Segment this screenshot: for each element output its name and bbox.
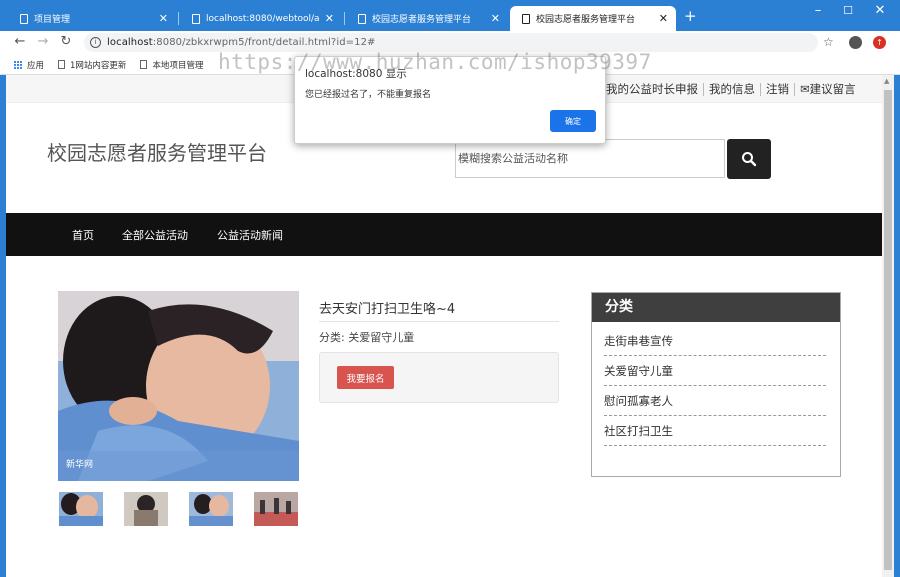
envelope-icon: ✉ [800,82,810,96]
search-input[interactable] [455,139,725,178]
my-info-link[interactable]: 我的信息 [703,83,760,96]
window-edge [894,75,900,577]
thumbnail[interactable] [59,492,103,526]
account-avatar-icon[interactable] [849,36,862,49]
address-bar[interactable]: i localhost:8080/zbkxrwpm5/front/detail.… [84,33,818,52]
back-arrow-icon[interactable]: ← [12,33,28,51]
scroll-up-arrow-icon[interactable]: ▲ [884,77,889,85]
activity-title: 去天安门打扫卫生咯~4 [319,302,456,317]
user-links: 我的公益时长申报 我的信息 注销 ✉建议留言 [606,83,861,96]
reload-icon[interactable]: ↻ [58,33,74,51]
page-icon [20,13,28,24]
bookmark-item[interactable]: 应用 [14,59,44,71]
tab-label: localhost:8080/webtool/all/in [206,13,319,24]
update-icon[interactable]: ↑ [873,36,886,49]
page-icon [522,13,530,24]
bookmark-item[interactable]: 本地项目管理 [140,59,203,71]
page-icon [358,13,366,24]
thumbnail[interactable] [254,492,298,526]
bookmark-label: 本地项目管理 [152,60,204,71]
site-title: 校园志愿者服务管理平台 [47,141,267,165]
tab-label: 校园志愿者服务管理平台 [536,15,636,25]
minimize-icon[interactable]: – [804,3,832,18]
browser-tab[interactable]: localhost:8080/webtool/all/in ✕ [180,6,342,31]
search-icon [742,152,757,167]
divider [319,321,559,322]
signup-button[interactable]: 我要报名 [337,366,394,389]
bookmark-label: 1网站内容更新 [70,60,127,71]
nav-home[interactable]: 首页 [72,227,94,243]
category-item[interactable]: 社区打扫卫生 [604,416,826,446]
category-item[interactable]: 走街串巷宣传 [604,326,826,356]
scrollbar-thumb[interactable] [884,90,892,570]
url-path: :8080/zbkxrwpm5/front/detail.html?id=12# [152,37,376,48]
nav-activity-news[interactable]: 公益活动新闻 [217,227,283,243]
page-icon [58,60,66,69]
bookmark-label: 应用 [27,60,45,71]
tab-divider [178,12,179,25]
page-icon [140,60,148,69]
browser-tab[interactable]: 校园志愿者服务管理平台 ✕ [346,6,508,31]
category-item[interactable]: 慰问孤寡老人 [604,386,826,416]
dialog-message: 您已经报过名了，不能重复报名 [305,90,432,100]
tab-label: 校园志愿者服务管理平台 [372,15,472,25]
image-caption: 新华网 [66,460,94,470]
category-heading: 分类 [592,293,840,322]
feedback-link[interactable]: ✉建议留言 [794,83,861,96]
apps-grid-icon [14,60,22,69]
bookmark-star-icon[interactable]: ☆ [823,34,834,50]
dialog-ok-button[interactable]: 确定 [550,110,596,132]
close-tab-icon[interactable]: ✕ [659,12,668,25]
category-item[interactable]: 关爱留守儿童 [604,356,826,386]
hours-declaration-link[interactable]: 我的公益时长申报 [606,83,703,96]
thumbnail[interactable] [124,492,168,526]
close-tab-icon[interactable]: ✕ [159,12,168,25]
url-host: localhost [107,37,153,48]
tab-divider [344,12,345,25]
plus-icon[interactable]: + [684,9,697,24]
page-icon [192,13,200,24]
activity-main-image: 新华网 [58,291,299,481]
maximize-icon[interactable]: ☐ [834,4,862,17]
info-icon[interactable]: i [90,37,101,48]
bookmark-item[interactable]: 1网站内容更新 [58,59,126,71]
browser-tab[interactable]: 项目管理 ✕ [8,6,176,31]
close-tab-icon[interactable]: ✕ [325,12,334,25]
nav-all-activities[interactable]: 全部公益活动 [122,227,188,243]
close-window-icon[interactable]: ✕ [866,3,894,18]
search-button[interactable] [727,139,771,179]
feedback-label: 建议留言 [809,82,856,96]
url-text: localhost:8080/zbkxrwpm5/front/detail.ht… [107,37,376,48]
dialog-title: localhost:8080 显示 [305,68,407,80]
activity-category: 分类: 关爱留守儿童 [319,331,415,344]
thumbnail[interactable] [189,492,233,526]
tab-label: 项目管理 [34,15,71,25]
logout-link[interactable]: 注销 [760,83,794,96]
forward-arrow-icon[interactable]: → [35,33,51,51]
close-tab-icon[interactable]: ✕ [491,12,500,25]
browser-tab-active[interactable]: 校园志愿者服务管理平台 ✕ [510,6,676,31]
